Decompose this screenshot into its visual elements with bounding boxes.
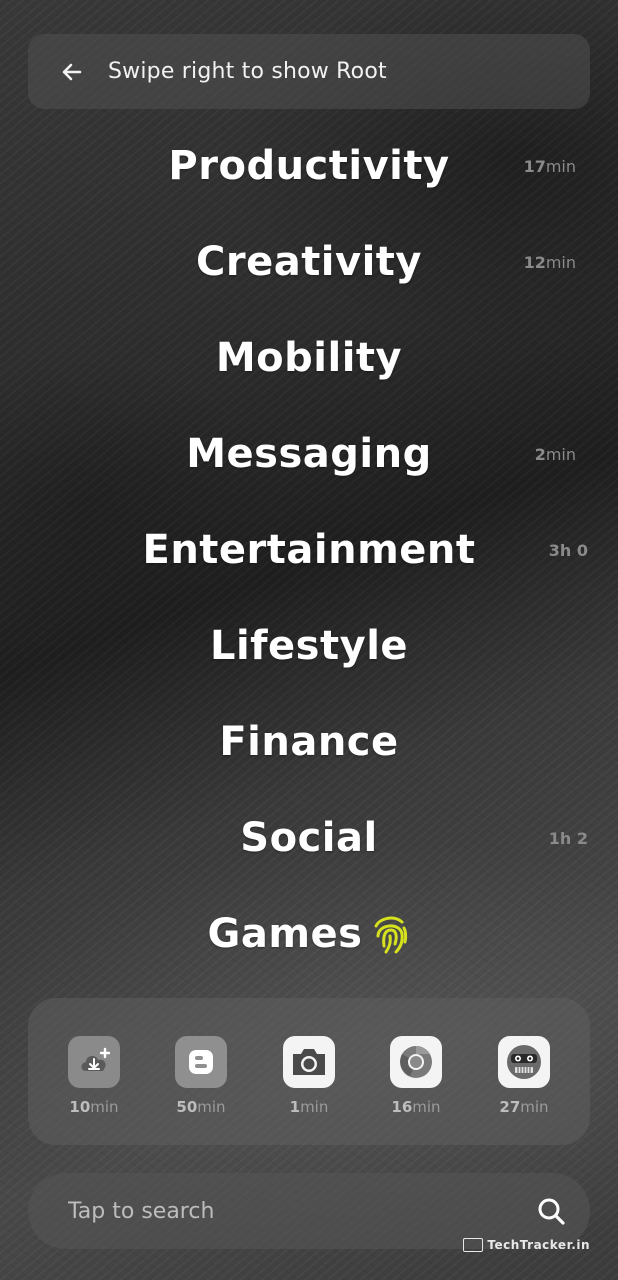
category-productivity[interactable]: Productivity 17min — [0, 130, 618, 202]
category-label: Entertainment — [142, 527, 476, 573]
category-usage: 3h 0 — [548, 540, 588, 560]
robot-face-icon[interactable] — [498, 1036, 550, 1088]
category-label: Lifestyle — [209, 623, 409, 669]
app-dock: 10min 50min 1min 16min 27min — [28, 998, 590, 1145]
watermark: TechTracker.in — [463, 1238, 590, 1252]
app-usage: 1min — [289, 1098, 329, 1116]
app-usage: 50min — [176, 1098, 226, 1116]
dock-app-blogger[interactable]: 50min — [161, 1036, 241, 1116]
category-label: Mobility — [215, 335, 403, 381]
category-entertainment[interactable]: Entertainment 3h 0 — [0, 514, 618, 586]
category-label: Games — [207, 911, 363, 957]
swipe-hint-text: Swipe right to show Root — [108, 59, 387, 84]
search-input[interactable] — [66, 1197, 534, 1225]
category-messaging[interactable]: Messaging 2min — [0, 418, 618, 490]
cloud-download-icon[interactable] — [68, 1036, 120, 1088]
category-mobility[interactable]: Mobility — [0, 322, 618, 394]
category-label: Productivity — [168, 143, 450, 189]
category-usage: 1h 2 — [548, 828, 588, 848]
app-usage: 27min — [499, 1098, 549, 1116]
camera-icon[interactable] — [283, 1036, 335, 1088]
monitor-icon — [463, 1238, 484, 1252]
app-usage: 16min — [391, 1098, 441, 1116]
dock-app-robot[interactable]: 27min — [484, 1036, 564, 1116]
category-label: Social — [240, 815, 378, 861]
category-lifestyle[interactable]: Lifestyle — [0, 610, 618, 682]
category-label: Finance — [219, 719, 399, 765]
app-usage: 10min — [69, 1098, 119, 1116]
category-usage: 2min — [534, 444, 576, 464]
category-games[interactable]: Games — [0, 898, 618, 970]
dock-app-camera[interactable]: 1min — [269, 1036, 349, 1116]
category-usage: 17min — [523, 156, 576, 176]
swipe-hint-banner[interactable]: Swipe right to show Root — [28, 34, 590, 109]
category-finance[interactable]: Finance — [0, 706, 618, 778]
category-label: Messaging — [186, 431, 432, 477]
fingerprint-icon — [370, 912, 410, 956]
blogger-icon[interactable] — [175, 1036, 227, 1088]
arrow-left-icon[interactable] — [60, 60, 84, 84]
dock-app-cloud-downloader[interactable]: 10min — [54, 1036, 134, 1116]
chrome-icon[interactable] — [390, 1036, 442, 1088]
dock-app-chrome[interactable]: 16min — [376, 1036, 456, 1116]
category-social[interactable]: Social 1h 2 — [0, 802, 618, 874]
category-creativity[interactable]: Creativity 12min — [0, 226, 618, 298]
category-label: Creativity — [195, 239, 422, 285]
watermark-text: TechTracker.in — [487, 1238, 590, 1252]
search-icon[interactable] — [534, 1194, 568, 1228]
category-usage: 12min — [523, 252, 576, 272]
